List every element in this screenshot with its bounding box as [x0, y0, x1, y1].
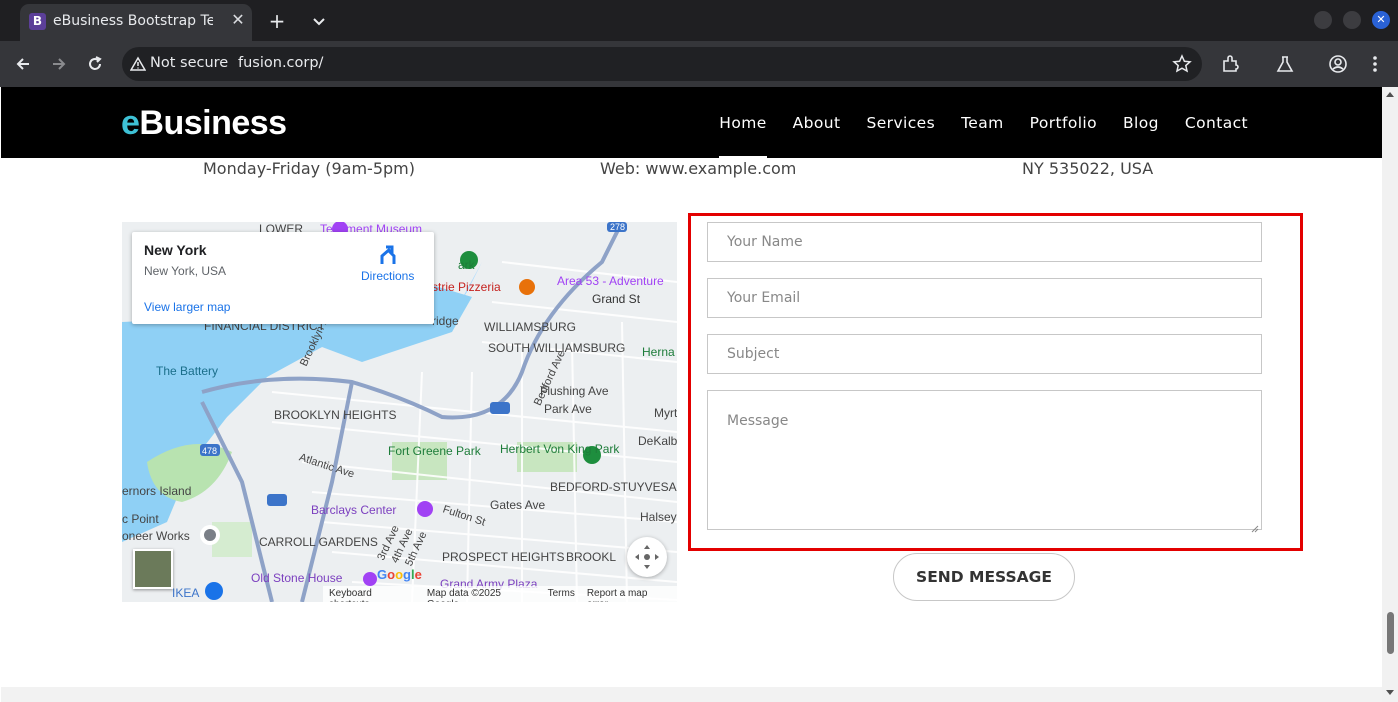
map-label: BROOKL — [566, 550, 617, 564]
place-subtitle: New York, USA — [144, 264, 227, 278]
map-label: Park Ave — [544, 402, 592, 416]
nav-link-contact[interactable]: Contact — [1185, 114, 1248, 132]
scroll-down-arrow-icon[interactable] — [1386, 690, 1394, 695]
reload-icon[interactable] — [84, 53, 106, 75]
map-footer-link[interactable]: Keyboard shortcuts — [329, 588, 415, 602]
labs-flask-icon[interactable] — [1274, 53, 1296, 75]
map-label: The Battery — [156, 364, 219, 378]
google-map-embed[interactable]: Tenement Museum Area 53 - Adventure Grand … — [122, 222, 677, 602]
map-footer-link[interactable]: Map data ©2025 Google — [427, 588, 536, 602]
map-label: 478 — [202, 446, 218, 456]
map-label: BEDFORD-STUYVESANT — [550, 480, 677, 494]
map-pan-control[interactable] — [627, 537, 667, 577]
directions-link[interactable]: Directions — [361, 269, 414, 283]
maximize-button[interactable] — [1343, 11, 1361, 29]
map-label: 278 — [610, 222, 626, 232]
bookmark-star-icon[interactable] — [1172, 54, 1192, 74]
page-viewport: eBusiness Home About Services Team Portfolio… — [1, 87, 1382, 702]
map-label: strie Pizzeria — [432, 280, 501, 294]
nav-link-services[interactable]: Services — [867, 114, 936, 132]
nav-link-blog[interactable]: Blog — [1123, 114, 1159, 132]
map-label: CARROLL GARDENS — [259, 535, 378, 549]
map-label: c Point — [122, 512, 159, 526]
browser-toolbar: Not secure fusion.corp/ — [0, 41, 1398, 87]
place-title: New York — [144, 242, 207, 258]
map-label: oneer Works — [122, 529, 190, 543]
map-label: ridge — [432, 314, 459, 328]
favicon-icon: B — [29, 13, 46, 30]
menu-dots-icon[interactable] — [1364, 53, 1386, 75]
map-label: Halsey S — [640, 510, 677, 524]
browser-tab[interactable]: B eBusiness Bootstrap Template ✕ — [20, 4, 252, 41]
subject-input[interactable]: Subject — [707, 334, 1262, 374]
browser-tab-bar: B eBusiness Bootstrap Template ✕ + ✕ — [0, 0, 1398, 41]
nav-link-portfolio[interactable]: Portfolio — [1030, 114, 1097, 132]
address-bar[interactable]: Not secure fusion.corp/ — [122, 47, 1202, 81]
security-label[interactable]: Not secure — [150, 55, 228, 71]
view-larger-map-link[interactable]: View larger map — [144, 300, 230, 314]
satellite-toggle[interactable] — [133, 549, 173, 589]
warning-icon — [129, 56, 147, 72]
extensions-icon[interactable] — [1220, 53, 1242, 75]
map-footer-link[interactable]: Report a map error — [587, 588, 671, 602]
email-input[interactable]: Your Email — [707, 278, 1262, 318]
place-card: New York New York, USA Directions View l… — [132, 232, 434, 324]
profile-icon[interactable] — [1327, 53, 1349, 75]
page-scrollbar[interactable] — [1382, 87, 1398, 702]
nav-link-team[interactable]: Team — [961, 114, 1004, 132]
contact-hours: Monday-Friday (9am-5pm) — [203, 159, 415, 178]
map-label: Fort Greene Park — [388, 444, 481, 458]
send-message-button[interactable]: SEND MESSAGE — [893, 553, 1075, 601]
map-label: ernors Island — [122, 484, 192, 498]
map-label: Herna — [642, 345, 675, 359]
message-textarea[interactable]: Message — [707, 390, 1262, 533]
map-label: PROSPECT HEIGHTS — [442, 550, 565, 564]
scroll-thumb[interactable] — [1387, 612, 1394, 654]
close-tab-icon[interactable]: ✕ — [228, 10, 248, 30]
footer-edge — [1, 687, 1382, 702]
map-label: ark — [458, 258, 475, 272]
map-footer-link[interactable]: Terms — [548, 588, 575, 600]
map-label: IKEA — [172, 586, 200, 600]
map-label: Area 53 - Adventure — [557, 274, 664, 288]
map-label: Barclays Center — [311, 503, 397, 517]
nav-link-about[interactable]: About — [793, 114, 841, 132]
message-placeholder: Message — [727, 413, 789, 429]
window-close-button[interactable]: ✕ — [1372, 11, 1390, 29]
name-input[interactable]: Your Name — [707, 222, 1262, 262]
map-label: Herbert Von King Park — [500, 442, 620, 456]
contact-web: Web: www.example.com — [600, 159, 797, 178]
contact-address: NY 535022, USA — [1022, 159, 1154, 178]
map-label: WILLIAMSBURG — [484, 320, 577, 334]
resize-grip-icon[interactable] — [1251, 519, 1259, 533]
new-tab-button[interactable]: + — [266, 10, 288, 32]
directions-icon[interactable] — [378, 244, 398, 266]
scroll-up-arrow-icon[interactable] — [1386, 92, 1394, 97]
map-label: BROOKLYN HEIGHTS — [274, 408, 397, 422]
url-text[interactable]: fusion.corp/ — [238, 55, 323, 71]
site-header: eBusiness Home About Services Team Portfolio… — [1, 87, 1382, 158]
site-logo[interactable]: eBusiness — [121, 104, 287, 143]
map-label: Grand St — [592, 292, 641, 306]
back-arrow-icon[interactable] — [12, 53, 34, 75]
tab-title: eBusiness Bootstrap Template — [53, 13, 213, 29]
forward-arrow-icon[interactable] — [48, 53, 70, 75]
map-label: DeKalb Av — [638, 434, 677, 448]
main-nav: Home About Services Team Portfolio Blog Contac… — [719, 114, 1248, 158]
map-label: Old Stone House — [251, 571, 343, 585]
map-label: Myrtl — [654, 406, 677, 420]
map-attribution: Keyboard shortcuts Map data ©2025 Google T… — [323, 586, 677, 602]
minimize-button[interactable] — [1314, 11, 1332, 29]
map-label: Gates Ave — [490, 498, 546, 512]
google-logo: Google — [377, 567, 422, 582]
nav-link-home[interactable]: Home — [719, 114, 768, 158]
chevron-down-icon[interactable] — [308, 10, 330, 32]
